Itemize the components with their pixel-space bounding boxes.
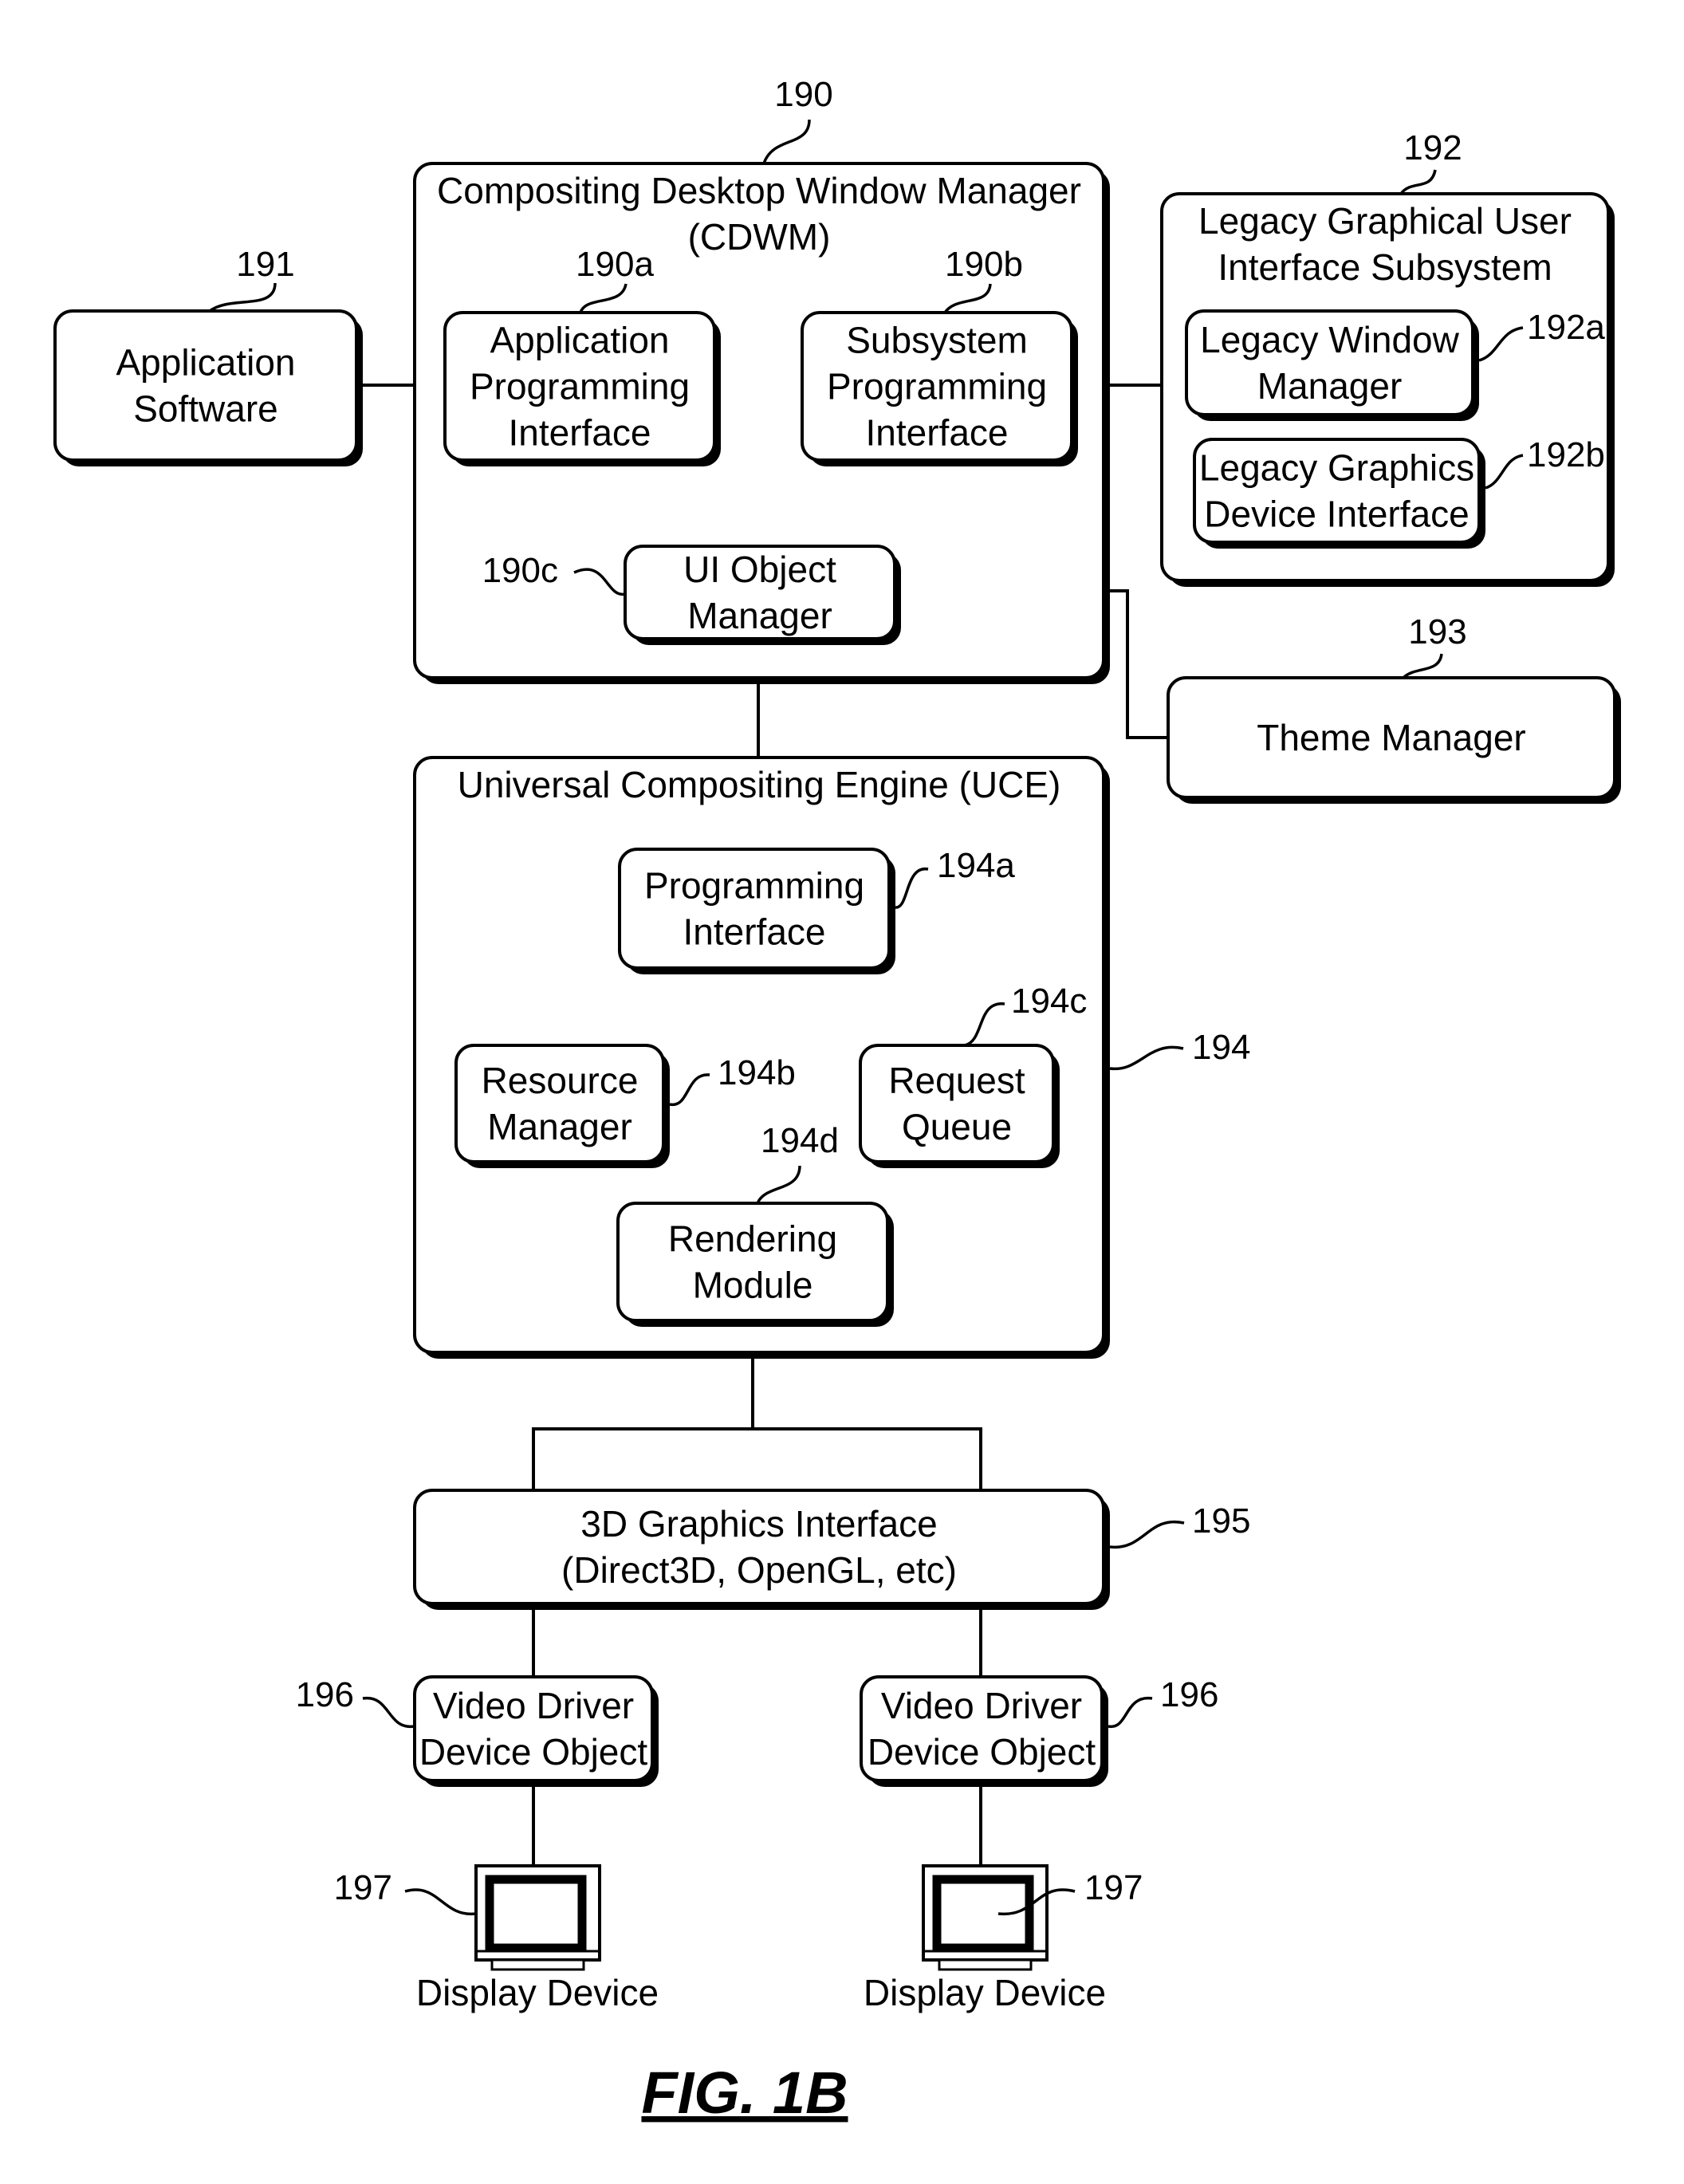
leader-line	[208, 282, 277, 313]
wire-split-3d	[532, 1427, 982, 1490]
box-label-line: Resource	[482, 1060, 639, 1101]
reference-195: 195	[1109, 1501, 1250, 1549]
application-software-box: ApplicationSoftware	[53, 309, 363, 466]
reference-numeral: 194b	[718, 1053, 796, 1092]
display-device-label: Display Device	[864, 1972, 1106, 2013]
resource-manager-box: Resource Manager	[454, 1044, 670, 1168]
display-device-icon: Display Device	[416, 1864, 659, 2013]
box-label-line: Rendering	[668, 1218, 837, 1260]
reference-numeral: 192b	[1527, 435, 1605, 474]
box-label-line: Interface	[683, 911, 826, 953]
box-label-line: Application	[116, 342, 295, 384]
reference-197: 197	[334, 1868, 477, 1916]
box-label-line: Video Driver	[881, 1685, 1082, 1726]
reference-numeral: 197	[1084, 1868, 1143, 1907]
reference-numeral: 194a	[937, 846, 1015, 885]
box-label-line: Manager	[487, 1106, 632, 1147]
box-outline	[53, 309, 358, 462]
box-label-line: Interface	[509, 412, 651, 454]
reference-numeral: 193	[1408, 612, 1466, 651]
box-label-line: UI Object	[683, 549, 836, 590]
video-driver-device-object-left-box: Video Driver Device Object	[413, 1675, 659, 1787]
box-label-line: Device Interface	[1204, 494, 1469, 535]
leader-line	[1108, 1697, 1153, 1728]
display-device-label: Display Device	[416, 1972, 659, 2013]
box-label-line: 3D Graphics Interface	[580, 1503, 937, 1545]
leader-line	[1399, 169, 1437, 195]
display-device-icon: Display Device	[864, 1864, 1106, 2013]
monitor-stand	[490, 1958, 585, 1971]
reference-196: 196	[296, 1675, 415, 1728]
box-label-line: Software	[133, 388, 278, 430]
application-programming-interface-box: Application Programming Interface	[443, 311, 721, 466]
reference-191: 191	[208, 245, 295, 313]
reference-numeral: 190b	[945, 245, 1023, 284]
figure-caption: FIG. 1B	[641, 2060, 848, 2126]
request-queue-box: Request Queue	[859, 1044, 1060, 1168]
box-label-line: Device Object	[419, 1731, 648, 1773]
box-label-line: Programming	[470, 366, 690, 407]
uce-programming-interface-box: ProgrammingInterface	[618, 848, 895, 974]
reference-numeral: 192	[1403, 128, 1462, 167]
reference-190: 190	[762, 75, 833, 164]
reference-196: 196	[1108, 1675, 1218, 1728]
reference-numeral: 196	[296, 1675, 354, 1714]
box-label-line: Legacy Graphical User	[1198, 200, 1572, 242]
leader-line	[362, 1697, 415, 1728]
reference-numeral: 190c	[482, 551, 558, 590]
box-label-line: Manager	[687, 595, 832, 636]
video-driver-device-object-right-box: Video Driver Device Object	[860, 1675, 1108, 1787]
theme-manager-box: Theme Manager	[1167, 676, 1621, 804]
box-label-line: Legacy Graphics	[1199, 447, 1474, 489]
box-label-line: Application	[490, 320, 669, 361]
leader-line	[1109, 1520, 1185, 1549]
box-label-line: Interface	[866, 412, 1009, 454]
box-label-line: Interface Subsystem	[1218, 246, 1552, 288]
reference-193: 193	[1402, 612, 1467, 679]
box-label-line: Manager	[1257, 365, 1403, 407]
reference-numeral: 197	[334, 1868, 392, 1907]
leader-line	[762, 119, 811, 164]
ui-object-manager-box: UI Object Manager	[624, 545, 901, 645]
rendering-module-box: Rendering Module	[616, 1202, 894, 1327]
reference-numeral: 194c	[1011, 982, 1087, 1021]
reference-numeral: 191	[236, 245, 294, 284]
legacy-window-manager-box: Legacy Window Manager	[1185, 309, 1479, 421]
reference-numeral: 192a	[1527, 308, 1605, 347]
box-label-line: Queue	[902, 1106, 1012, 1147]
reference-numeral: 194d	[761, 1121, 839, 1160]
box-label-line: Video Driver	[433, 1685, 634, 1726]
box-label-line: Compositing Desktop Window Manager	[437, 170, 1081, 211]
box-label-line: Universal Compositing Engine (UCE)	[458, 764, 1061, 805]
box-label-line: Programming	[644, 865, 864, 907]
box-label-line: (CDWM)	[688, 216, 831, 258]
reference-numeral: 195	[1192, 1501, 1250, 1541]
box-label-line: Device Object	[868, 1731, 1096, 1773]
reference-numeral: 196	[1160, 1675, 1218, 1714]
reference-numeral: 190a	[576, 245, 654, 284]
leader-line	[404, 1888, 477, 1916]
subsystem-programming-interface-box: Subsystem Programming Interface	[801, 311, 1078, 466]
architecture-diagram: Compositing Desktop Window Manager (CDWM)…	[53, 75, 1621, 2126]
box-label-line: Module	[693, 1265, 813, 1306]
box-label-line: Subsystem	[846, 320, 1028, 361]
reference-numeral: 190	[774, 75, 832, 114]
box-label-line: (Direct3D, OpenGL, etc)	[561, 1549, 957, 1591]
box-label-line: Request	[888, 1060, 1025, 1101]
monitor-screen	[485, 1875, 587, 1953]
monitors: Display Device Display Device	[416, 1864, 1106, 2013]
leader-line	[1109, 1045, 1184, 1071]
reference-194: 194	[1109, 1028, 1250, 1071]
graphics-3d-interface-box: 3D Graphics Interface(Direct3D, OpenGL, …	[413, 1489, 1110, 1610]
leader-line	[1402, 653, 1443, 679]
box-label-line: Theme Manager	[1257, 717, 1526, 758]
component-boxes: Compositing Desktop Window Manager (CDWM)…	[53, 162, 1621, 1787]
box-label-line: Programming	[827, 366, 1047, 407]
monitor-stand	[938, 1958, 1033, 1971]
box-label-line: Legacy Window	[1200, 319, 1459, 360]
reference-numeral: 194	[1192, 1028, 1250, 1067]
legacy-graphics-device-interface-box: Legacy Graphics Device Interface	[1193, 438, 1485, 549]
reference-192: 192	[1399, 128, 1462, 195]
